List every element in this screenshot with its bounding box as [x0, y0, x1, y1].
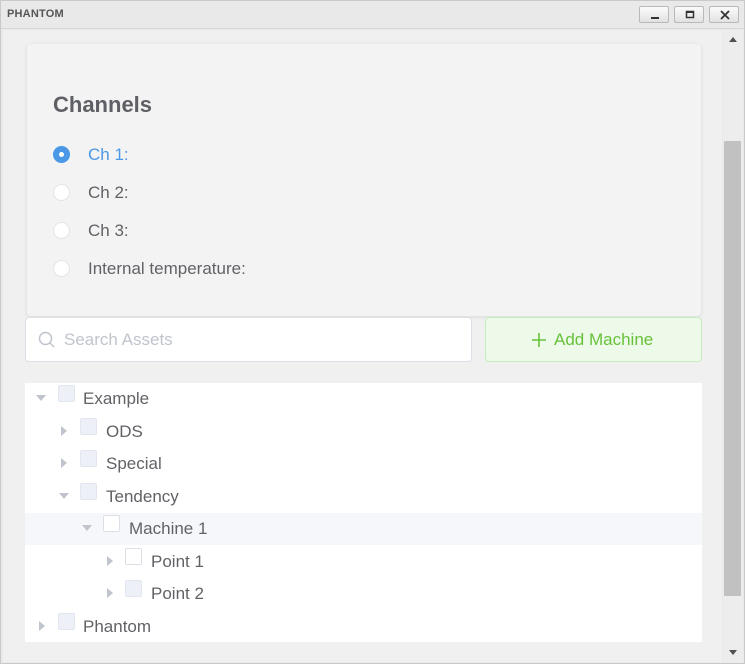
asset-tree: Example ODS Special Tendency Machine 1 P… — [25, 383, 702, 642]
radio-button[interactable] — [53, 184, 70, 201]
scrollbar-thumb[interactable] — [724, 141, 741, 596]
title-bar: PHANTOM — [1, 1, 744, 29]
maximize-icon — [685, 10, 695, 19]
tree-node-label: Point 1 — [151, 552, 204, 571]
caret-down-icon[interactable] — [82, 525, 92, 531]
vertical-scrollbar[interactable] — [723, 30, 743, 662]
tree-node-point-2[interactable]: Point 2 — [25, 578, 702, 610]
close-button[interactable] — [709, 6, 739, 23]
tree-node-label: Phantom — [83, 617, 152, 636]
caret-right-icon[interactable] — [107, 588, 113, 598]
main-content: Channels Ch 1: Ch 2: Ch 3: Internal temp… — [3, 30, 722, 662]
channel-label: Ch 3: — [88, 221, 129, 240]
tree-checkbox[interactable] — [58, 613, 75, 630]
tree-node-ods[interactable]: ODS — [25, 416, 702, 448]
tree-node-point-1[interactable]: Point 1 — [25, 546, 702, 578]
tree-checkbox[interactable] — [125, 548, 142, 565]
maximize-button[interactable] — [674, 6, 704, 23]
tree-node-special[interactable]: Special — [25, 448, 702, 480]
search-icon — [38, 331, 55, 348]
tree-checkbox[interactable] — [80, 418, 97, 435]
caret-right-icon[interactable] — [61, 458, 67, 468]
channel-option-1[interactable]: Ch 1: — [53, 144, 353, 168]
caret-down-icon[interactable] — [59, 493, 69, 499]
tree-checkbox[interactable] — [80, 450, 97, 467]
tree-node-label: Example — [83, 389, 150, 408]
channel-option-2[interactable]: Ch 2: — [53, 182, 353, 206]
window-title: PHANTOM — [7, 8, 64, 20]
tree-node-tendency[interactable]: Tendency — [25, 481, 702, 513]
minimize-icon — [651, 17, 659, 19]
tree-node-label: Machine 1 — [129, 519, 208, 538]
search-placeholder: Search Assets — [64, 330, 173, 349]
tree-node-example[interactable]: Example — [25, 383, 702, 415]
tree-checkbox[interactable] — [125, 580, 142, 597]
caret-right-icon[interactable] — [39, 621, 45, 631]
radio-button[interactable] — [53, 260, 70, 277]
caret-right-icon[interactable] — [107, 556, 113, 566]
scroll-down-button[interactable] — [723, 642, 743, 662]
tree-checkbox[interactable] — [58, 385, 75, 402]
plus-icon — [532, 333, 546, 347]
app-window: PHANTOM Channels Ch 1: Ch 2: Ch 3: Inter… — [0, 0, 745, 664]
tree-node-label: Point 2 — [151, 584, 204, 603]
scroll-up-button[interactable] — [723, 30, 743, 50]
tree-node-label: Special — [106, 454, 162, 473]
channel-label: Ch 2: — [88, 183, 129, 202]
caret-down-icon[interactable] — [36, 395, 46, 401]
tree-node-phantom[interactable]: Phantom — [25, 611, 702, 643]
add-machine-button[interactable]: Add Machine — [485, 317, 702, 362]
arrow-up-icon — [729, 37, 737, 42]
add-machine-label: Add Machine — [554, 330, 654, 349]
radio-button[interactable] — [53, 222, 70, 239]
channel-label: Internal temperature: — [88, 259, 246, 278]
channel-label: Ch 1: — [88, 145, 129, 164]
minimize-button[interactable] — [639, 6, 669, 23]
caret-right-icon[interactable] — [61, 426, 67, 436]
arrow-down-icon — [729, 650, 737, 655]
close-icon — [720, 10, 730, 20]
channel-option-internal-temperature[interactable]: Internal temperature: — [53, 258, 353, 282]
tree-checkbox[interactable] — [103, 515, 120, 532]
tree-node-machine-1[interactable]: Machine 1 — [25, 513, 702, 545]
tree-checkbox[interactable] — [80, 483, 97, 500]
channels-card: Channels Ch 1: Ch 2: Ch 3: Internal temp… — [27, 44, 701, 316]
tree-node-label: Tendency — [106, 487, 179, 506]
radio-button-checked[interactable] — [53, 146, 70, 163]
tree-node-label: ODS — [106, 422, 143, 441]
search-input[interactable]: Search Assets — [25, 317, 472, 362]
channels-title: Channels — [53, 92, 153, 117]
channel-option-3[interactable]: Ch 3: — [53, 220, 353, 244]
